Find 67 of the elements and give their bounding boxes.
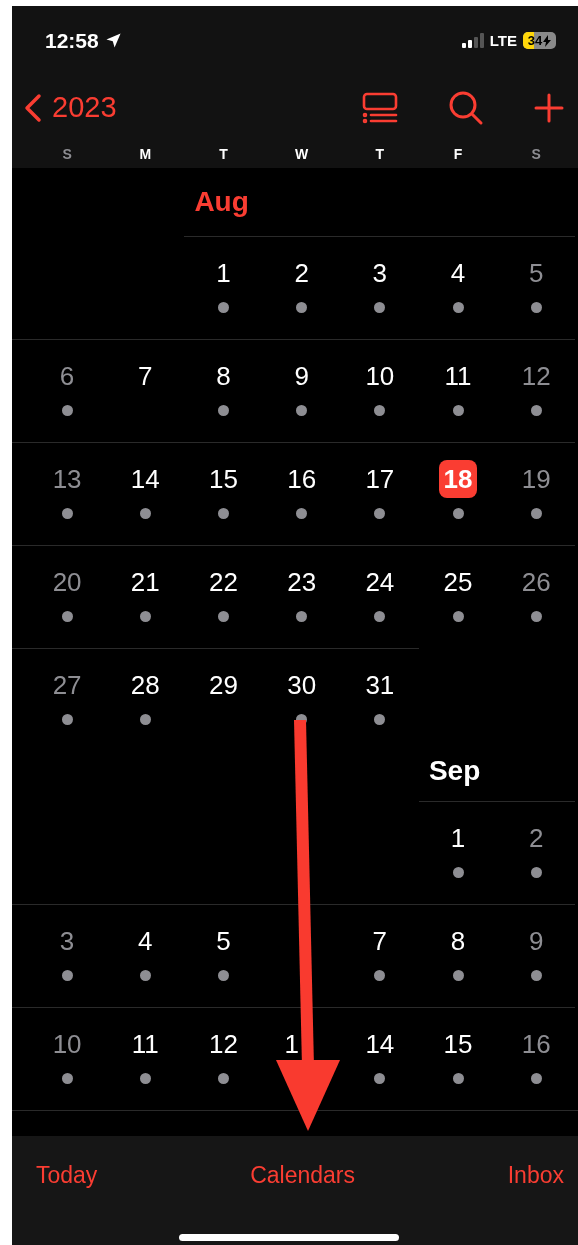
day-number[interactable]: 8	[439, 922, 478, 960]
day-number[interactable]: 26	[517, 563, 556, 601]
day-number[interactable]: 23	[282, 563, 321, 601]
day-number[interactable]: 31	[360, 666, 399, 704]
day-number[interactable]: 16	[517, 1025, 556, 1063]
tab-link[interactable]: Inbox	[507, 1162, 564, 1189]
status-time: 12:58	[45, 28, 99, 53]
day-number[interactable]: 11	[126, 1025, 165, 1063]
day-number[interactable]: 25	[439, 563, 478, 601]
back-link[interactable]: 2023	[24, 91, 117, 124]
month-title: Sep	[427, 755, 482, 788]
day-number[interactable]: 1	[439, 819, 478, 857]
weekday-label: M	[139, 146, 152, 162]
weekday-label: F	[453, 146, 463, 162]
search-icon[interactable]	[448, 89, 484, 126]
day-number[interactable]: 13	[48, 460, 87, 498]
day-number[interactable]: 12	[204, 1025, 243, 1063]
chevron-left-icon	[24, 92, 42, 123]
day-number[interactable]: 10	[360, 357, 399, 395]
day-number[interactable]: 14	[360, 1025, 399, 1063]
day-number[interactable]: 19	[517, 460, 556, 498]
weekday-label: W	[295, 146, 309, 162]
day-number[interactable]: 5	[204, 922, 243, 960]
day-number[interactable]: 2	[517, 819, 556, 857]
day-number[interactable]: 5	[517, 254, 556, 292]
day-number[interactable]: 28	[126, 666, 165, 704]
day-number[interactable]: 10	[48, 1025, 87, 1063]
day-number[interactable]: 9	[517, 922, 556, 960]
add-icon[interactable]	[534, 92, 564, 123]
day-number[interactable]: 18	[439, 460, 478, 498]
day-number[interactable]: 15	[204, 460, 243, 498]
day-number[interactable]: 16	[282, 460, 321, 498]
day-number[interactable]: 9	[282, 357, 321, 395]
day-number[interactable]: 21	[126, 563, 165, 601]
month-title: Aug	[193, 186, 250, 218]
day-number[interactable]: 7	[126, 357, 165, 395]
day-number[interactable]: 4	[126, 922, 165, 960]
location-arrow-icon	[104, 32, 122, 49]
day-number[interactable]: 20	[48, 563, 87, 601]
weekday-label: T	[219, 146, 228, 162]
network-label: LTE	[489, 32, 517, 49]
day-number[interactable]: 4	[439, 254, 478, 292]
day-number[interactable]: 22	[204, 563, 243, 601]
day-number[interactable]: 17	[360, 460, 399, 498]
day-number[interactable]: 7	[360, 922, 399, 960]
tab-link[interactable]: Calendars	[250, 1162, 355, 1189]
tab-link[interactable]: Today	[36, 1162, 98, 1189]
day-number[interactable]: 29	[204, 666, 243, 704]
day-number[interactable]: 11	[439, 357, 478, 395]
day-number[interactable]: 15	[439, 1025, 478, 1063]
list-view-icon[interactable]	[362, 91, 398, 124]
day-number[interactable]: 3	[48, 922, 87, 960]
day-number[interactable]: 1	[204, 254, 243, 292]
day-number[interactable]: 1	[280, 1025, 303, 1063]
day-number[interactable]: 6	[48, 357, 87, 395]
day-number[interactable]: 30	[282, 666, 321, 704]
signal-icon	[461, 33, 484, 48]
day-number[interactable]: 8	[204, 357, 243, 395]
day-number[interactable]: 12	[517, 357, 556, 395]
day-number[interactable]: 27	[48, 666, 87, 704]
day-number[interactable]: 3	[360, 254, 399, 292]
weekday-label: T	[375, 146, 385, 162]
day-number[interactable]: 2	[282, 254, 321, 292]
day-number[interactable]: 14	[126, 460, 165, 498]
weekday-label: S	[531, 146, 541, 162]
day-number[interactable]: 24	[360, 563, 399, 601]
weekday-label: S	[62, 146, 72, 162]
